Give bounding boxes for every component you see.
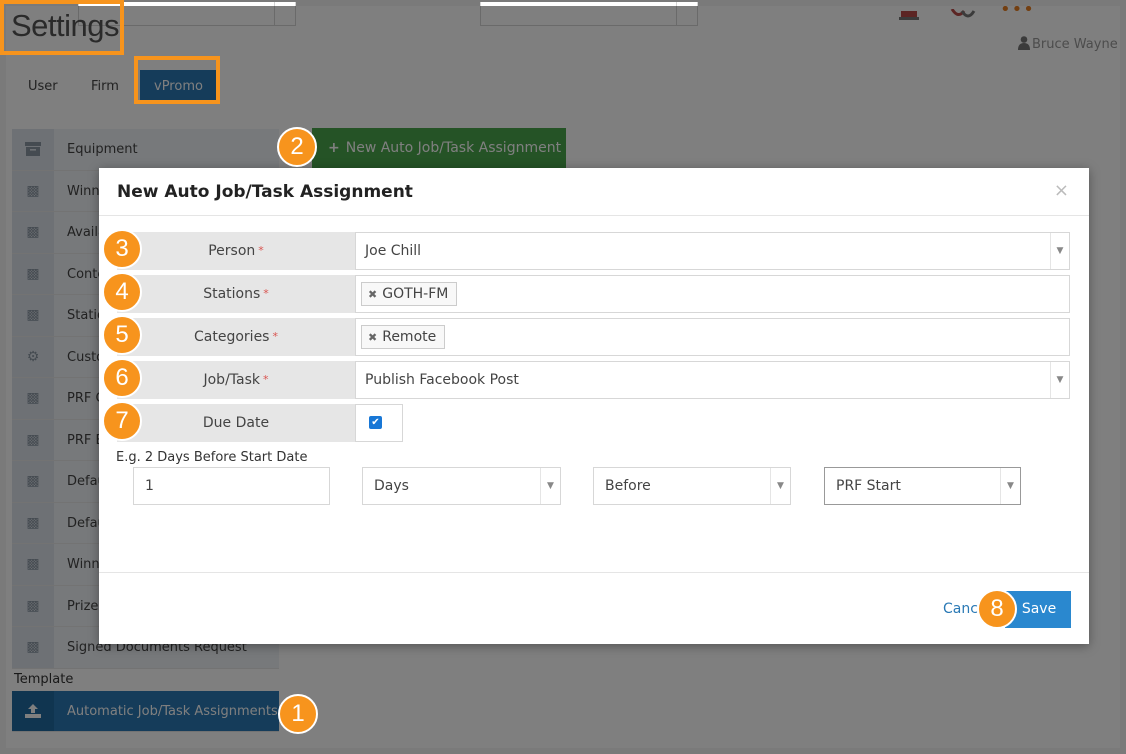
step-badge-6: 6 xyxy=(102,358,142,398)
anchor-value: PRF Start xyxy=(836,478,901,494)
due-date-label: Due Date xyxy=(117,404,355,442)
title-highlight xyxy=(0,0,124,55)
person-label: Person * xyxy=(117,232,355,270)
unit-value: Days xyxy=(374,478,409,494)
category-tag: ✖ Remote xyxy=(361,325,446,349)
step-badge-1: 1 xyxy=(278,694,318,734)
chevron-down-icon[interactable]: ▼ xyxy=(770,468,790,504)
anchor-select[interactable]: PRF Start ▼ xyxy=(824,467,1021,505)
stations-label: Stations * xyxy=(117,275,355,313)
categories-row: Categories * ✖ Remote xyxy=(117,318,1070,356)
person-select[interactable]: Joe Chill ▼ xyxy=(355,232,1070,270)
job-task-value: Publish Facebook Post xyxy=(365,372,519,388)
job-task-label: Job/Task * xyxy=(117,361,355,399)
chevron-down-icon[interactable]: ▼ xyxy=(540,468,560,504)
chevron-down-icon[interactable]: ▼ xyxy=(1050,233,1069,269)
offset-value-input[interactable]: 1 xyxy=(133,467,330,505)
chevron-down-icon[interactable]: ▼ xyxy=(1000,468,1020,504)
relation-select[interactable]: Before ▼ xyxy=(593,467,791,505)
stations-multiselect[interactable]: ✖ GOTH-FM xyxy=(355,275,1070,313)
categories-multiselect[interactable]: ✖ Remote xyxy=(355,318,1070,356)
step-badge-7: 7 xyxy=(102,401,142,441)
remove-tag-icon[interactable]: ✖ xyxy=(368,288,377,301)
stations-row: Stations * ✖ GOTH-FM xyxy=(117,275,1070,313)
relation-value: Before xyxy=(605,478,651,494)
person-row: Person * Joe Chill ▼ xyxy=(117,232,1070,270)
modal-footer xyxy=(99,572,1089,644)
job-task-row: Job/Task * Publish Facebook Post ▼ xyxy=(117,361,1070,399)
modal-header: New Auto Job/Task Assignment × xyxy=(99,168,1089,216)
remove-tag-icon[interactable]: ✖ xyxy=(368,331,377,344)
step-badge-2: 2 xyxy=(277,127,317,167)
due-date-checkbox-cell: ✔ xyxy=(355,404,403,442)
categories-label: Categories * xyxy=(117,318,355,356)
step-badge-5: 5 xyxy=(102,315,142,355)
due-date-example: E.g. 2 Days Before Start Date xyxy=(116,450,308,465)
person-value: Joe Chill xyxy=(365,243,422,259)
due-date-checkbox[interactable]: ✔ xyxy=(369,416,382,429)
due-date-row: Due Date ✔ xyxy=(117,404,1070,442)
step-badge-4: 4 xyxy=(102,272,142,312)
modal-title: New Auto Job/Task Assignment xyxy=(117,182,413,202)
vpromo-tab-highlight xyxy=(134,56,220,104)
close-icon[interactable]: × xyxy=(1054,180,1069,201)
step-badge-8: 8 xyxy=(977,589,1017,629)
step-badge-3: 3 xyxy=(102,229,142,269)
unit-select[interactable]: Days ▼ xyxy=(362,467,561,505)
station-tag: ✖ GOTH-FM xyxy=(361,282,458,306)
job-task-select[interactable]: Publish Facebook Post ▼ xyxy=(355,361,1070,399)
new-assignment-modal: New Auto Job/Task Assignment × Person * J… xyxy=(99,168,1089,644)
chevron-down-icon[interactable]: ▼ xyxy=(1050,362,1069,398)
